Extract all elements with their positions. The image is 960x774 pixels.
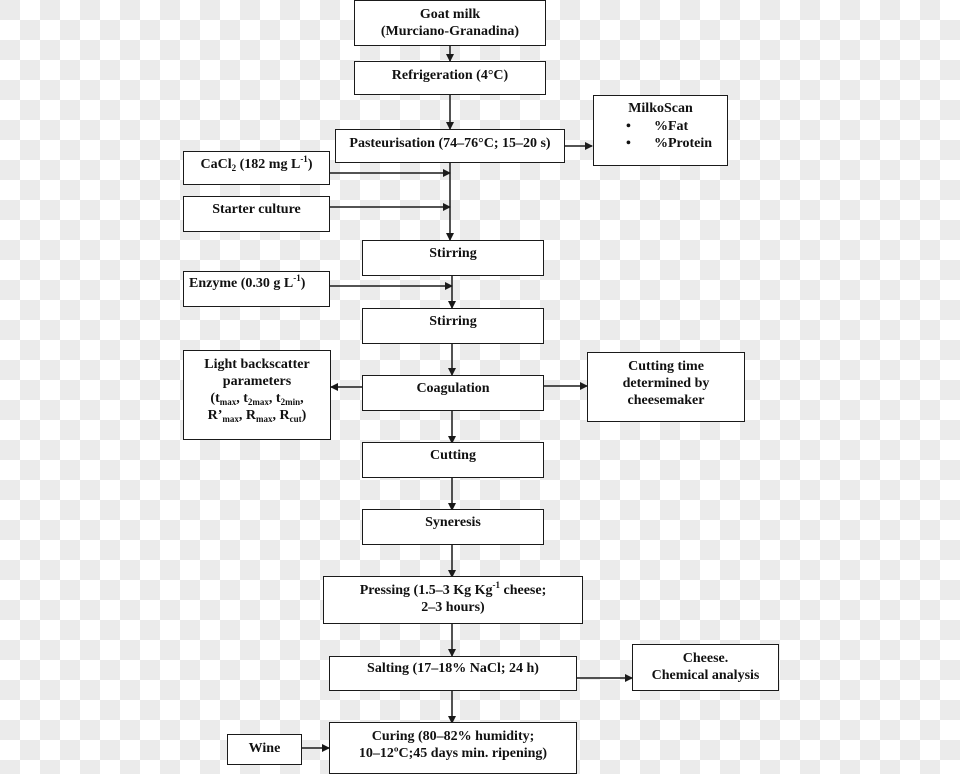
step-salting: Salting (17–18% NaCl; 24 h) [329, 656, 577, 691]
backscatter-params-line1: (tmax, t2max, t2min, [210, 391, 304, 407]
input-wine: Wine [227, 734, 302, 765]
step-coagulation-label: Coagulation [416, 381, 490, 396]
step-refrigeration: Refrigeration (4°C) [354, 61, 546, 95]
milkoscan-item-protein: %Protein [626, 135, 727, 152]
step-goat-milk: Goat milk (Murciano-Granadina) [354, 0, 546, 46]
cheese-analysis-line1: Cheese. [682, 651, 729, 666]
step-stirring-2: Stirring [362, 308, 544, 344]
milkoscan-title: MilkoScan [628, 101, 693, 116]
backscatter-line2: parameters [222, 374, 292, 389]
input-enzyme-label: Enzyme (0.30 g L-1) [189, 273, 306, 292]
step-curing: Curing (80–82% humidity; 10–12ºC;45 days… [329, 722, 577, 774]
step-coagulation: Coagulation [362, 375, 544, 411]
cutting-time-line1: Cutting time [628, 359, 704, 374]
input-enzyme: Enzyme (0.30 g L-1) [183, 271, 330, 307]
step-pasteurisation-label: Pasteurisation (74–76°C; 15–20 s) [349, 136, 551, 151]
backscatter-params-line2: R’max, Rmax, Rcut) [207, 408, 307, 424]
step-goat-milk-line1: Goat milk [419, 7, 481, 22]
step-stirring-1-label: Stirring [429, 246, 477, 261]
step-curing-line1: Curing (80–82% humidity; [371, 729, 535, 744]
milkoscan-item-fat: %Fat [626, 118, 727, 135]
step-cutting-label: Cutting [430, 448, 476, 463]
input-wine-label: Wine [248, 741, 281, 756]
milkoscan-list: %Fat %Protein [626, 118, 727, 152]
step-cutting: Cutting [362, 442, 544, 478]
input-cacl2-label: CaCl2 (182 mg L-1) [200, 154, 313, 173]
cutting-time-line3: cheesemaker [627, 393, 705, 408]
input-cacl2: CaCl2 (182 mg L-1) [183, 151, 330, 185]
step-stirring-2-label: Stirring [429, 314, 477, 329]
step-curing-line2: 10–12ºC;45 days min. ripening) [358, 746, 548, 761]
step-stirring-1: Stirring [362, 240, 544, 276]
step-pressing-line1: Pressing (1.5–3 Kg Kg-1 cheese; [359, 580, 547, 599]
step-pressing: Pressing (1.5–3 Kg Kg-1 cheese; 2–3 hour… [323, 576, 583, 624]
step-salting-label: Salting (17–18% NaCl; 24 h) [367, 661, 539, 676]
backscatter-line1: Light backscatter [204, 357, 310, 372]
cutting-time-line2: determined by [622, 376, 710, 391]
cheese-analysis-line2: Chemical analysis [651, 668, 760, 683]
step-pasteurisation: Pasteurisation (74–76°C; 15–20 s) [335, 129, 565, 163]
step-syneresis-label: Syneresis [425, 515, 481, 530]
step-refrigeration-label: Refrigeration (4°C) [391, 68, 509, 83]
output-cheese-analysis: Cheese. Chemical analysis [632, 644, 779, 691]
step-goat-milk-line2: (Murciano-Granadina) [380, 24, 520, 39]
output-milkoscan: MilkoScan %Fat %Protein [593, 95, 728, 166]
input-starter-culture-label: Starter culture [212, 202, 301, 217]
step-syneresis: Syneresis [362, 509, 544, 545]
output-light-backscatter: Light backscatter parameters (tmax, t2ma… [183, 350, 331, 440]
output-cutting-time: Cutting time determined by cheesemaker [587, 352, 745, 422]
input-starter-culture: Starter culture [183, 196, 330, 232]
step-pressing-line2: 2–3 hours) [421, 600, 485, 615]
